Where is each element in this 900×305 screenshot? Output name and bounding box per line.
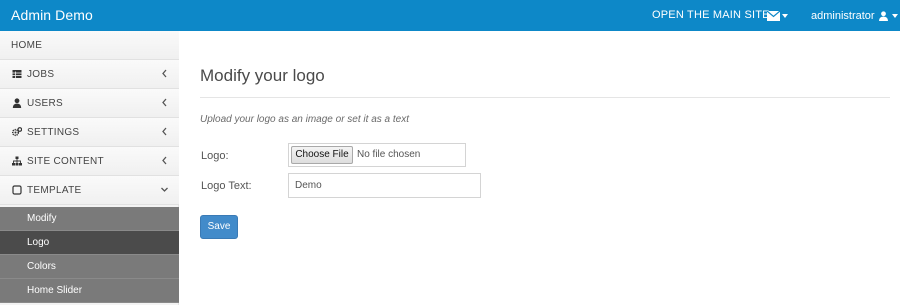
sidebar-item-home[interactable]: HOME xyxy=(0,31,179,60)
main-content: Modify your logo Upload your logo as an … xyxy=(180,31,900,305)
user-name: administrator xyxy=(811,10,875,22)
sidebar-subitem-label: Logo xyxy=(27,237,50,248)
sidebar-item-label: HOME xyxy=(11,40,43,51)
sidebar-item-label: TEMPLATE xyxy=(27,185,82,196)
chevron-down-icon xyxy=(782,14,788,18)
chevron-left-icon xyxy=(162,156,167,165)
divider xyxy=(200,97,890,98)
sidebar-item-site-content[interactable]: SITE CONTENT xyxy=(0,147,179,176)
table-icon xyxy=(12,70,22,78)
mail-dropdown[interactable] xyxy=(767,9,791,23)
sidebar-item-label: SETTINGS xyxy=(27,127,80,138)
logo-label: Logo: xyxy=(201,150,229,162)
chevron-down-icon xyxy=(161,187,168,192)
sidebar-item-settings[interactable]: SETTINGS xyxy=(0,118,179,147)
sidebar-subitem-label: Home Slider xyxy=(27,285,83,296)
sidebar-subitem-label: Colors xyxy=(27,261,56,272)
file-status: No file chosen xyxy=(357,149,421,160)
open-main-site-link[interactable]: OPEN THE MAIN SITE xyxy=(652,9,770,21)
top-navbar: Admin Demo OPEN THE MAIN SITE administra… xyxy=(0,0,900,31)
chevron-down-icon xyxy=(891,14,898,18)
save-button[interactable]: Save xyxy=(200,215,238,239)
sidebar-item-label: JOBS xyxy=(27,69,55,80)
sidebar-item-label: USERS xyxy=(27,98,63,109)
square-icon xyxy=(12,185,22,195)
logo-file-input[interactable]: Choose File No file chosen xyxy=(288,143,466,167)
chevron-left-icon xyxy=(162,127,167,136)
chevron-left-icon xyxy=(162,98,167,107)
logo-text-input[interactable]: Demo xyxy=(288,173,481,198)
sidebar-item-label: SITE CONTENT xyxy=(27,156,104,167)
sidebar-subitem-logo[interactable]: Logo xyxy=(0,231,179,255)
sidebar-subitem-home-slider[interactable]: Home Slider xyxy=(0,279,179,303)
choose-file-button[interactable]: Choose File xyxy=(291,146,353,164)
user-icon xyxy=(878,11,888,21)
upload-hint: Upload your logo as an image or set it a… xyxy=(200,114,410,125)
sitemap-icon xyxy=(12,156,22,166)
logo-text-label: Logo Text: xyxy=(201,180,252,192)
user-icon xyxy=(12,98,22,108)
sidebar-subitem-colors[interactable]: Colors xyxy=(0,255,179,279)
envelope-icon xyxy=(767,11,780,21)
sidebar: HOME JOBS USERS SETTINGS SITE CONTENT TE… xyxy=(0,31,179,305)
brand-title[interactable]: Admin Demo xyxy=(11,7,93,23)
sidebar-item-jobs[interactable]: JOBS xyxy=(0,60,179,89)
sidebar-subitem-label: Modify xyxy=(27,213,57,224)
sidebar-subitem-modify[interactable]: Modify xyxy=(0,207,179,231)
cogs-icon xyxy=(12,127,22,137)
chevron-left-icon xyxy=(162,69,167,78)
user-dropdown[interactable]: administrator xyxy=(811,9,898,23)
page-title: Modify your logo xyxy=(200,66,325,85)
sidebar-item-template[interactable]: TEMPLATE xyxy=(0,176,179,205)
sidebar-item-users[interactable]: USERS xyxy=(0,89,179,118)
